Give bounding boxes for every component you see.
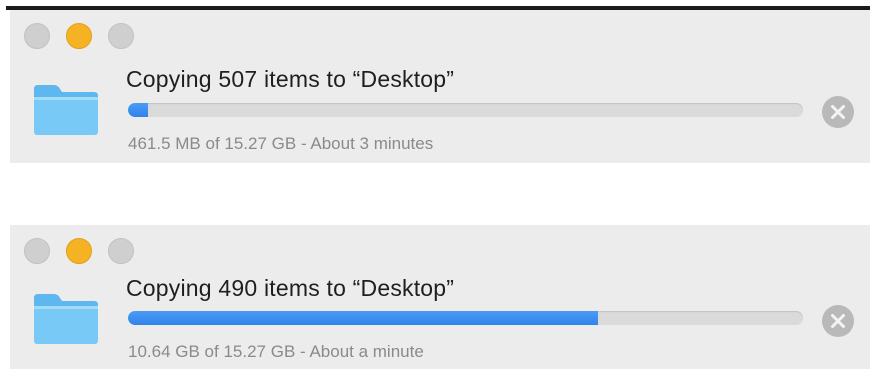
copy-progress-dialog: Copying 490 items to “Desktop” 10.64 GB … bbox=[10, 225, 870, 369]
cancel-icon bbox=[831, 314, 845, 328]
copy-title: Copying 490 items to “Desktop” bbox=[126, 275, 455, 301]
progress-fill bbox=[128, 311, 599, 325]
close-button[interactable] bbox=[24, 23, 50, 49]
screen: Copying 507 items to “Desktop” 461.5 MB … bbox=[0, 0, 870, 369]
window-controls bbox=[24, 238, 134, 264]
progress-fill bbox=[128, 103, 148, 117]
copy-title: Copying 507 items to “Desktop” bbox=[126, 66, 455, 92]
folder-icon bbox=[34, 85, 98, 135]
copy-status: 461.5 MB of 15.27 GB - About 3 minutes bbox=[128, 134, 434, 153]
cancel-button[interactable] bbox=[822, 96, 854, 128]
zoom-button[interactable] bbox=[108, 23, 134, 49]
cancel-icon bbox=[831, 105, 845, 119]
zoom-button[interactable] bbox=[108, 238, 134, 264]
copy-status: 10.64 GB of 15.27 GB - About a minute bbox=[128, 342, 424, 361]
copy-progress-dialog: Copying 507 items to “Desktop” 461.5 MB … bbox=[10, 10, 870, 163]
cancel-button[interactable] bbox=[822, 305, 854, 337]
window-controls bbox=[24, 23, 134, 49]
progress-bar bbox=[128, 311, 803, 325]
minimize-button[interactable] bbox=[66, 23, 92, 49]
progress-bar bbox=[128, 103, 803, 117]
minimize-button[interactable] bbox=[66, 238, 92, 264]
close-button[interactable] bbox=[24, 238, 50, 264]
folder-icon bbox=[34, 294, 98, 344]
